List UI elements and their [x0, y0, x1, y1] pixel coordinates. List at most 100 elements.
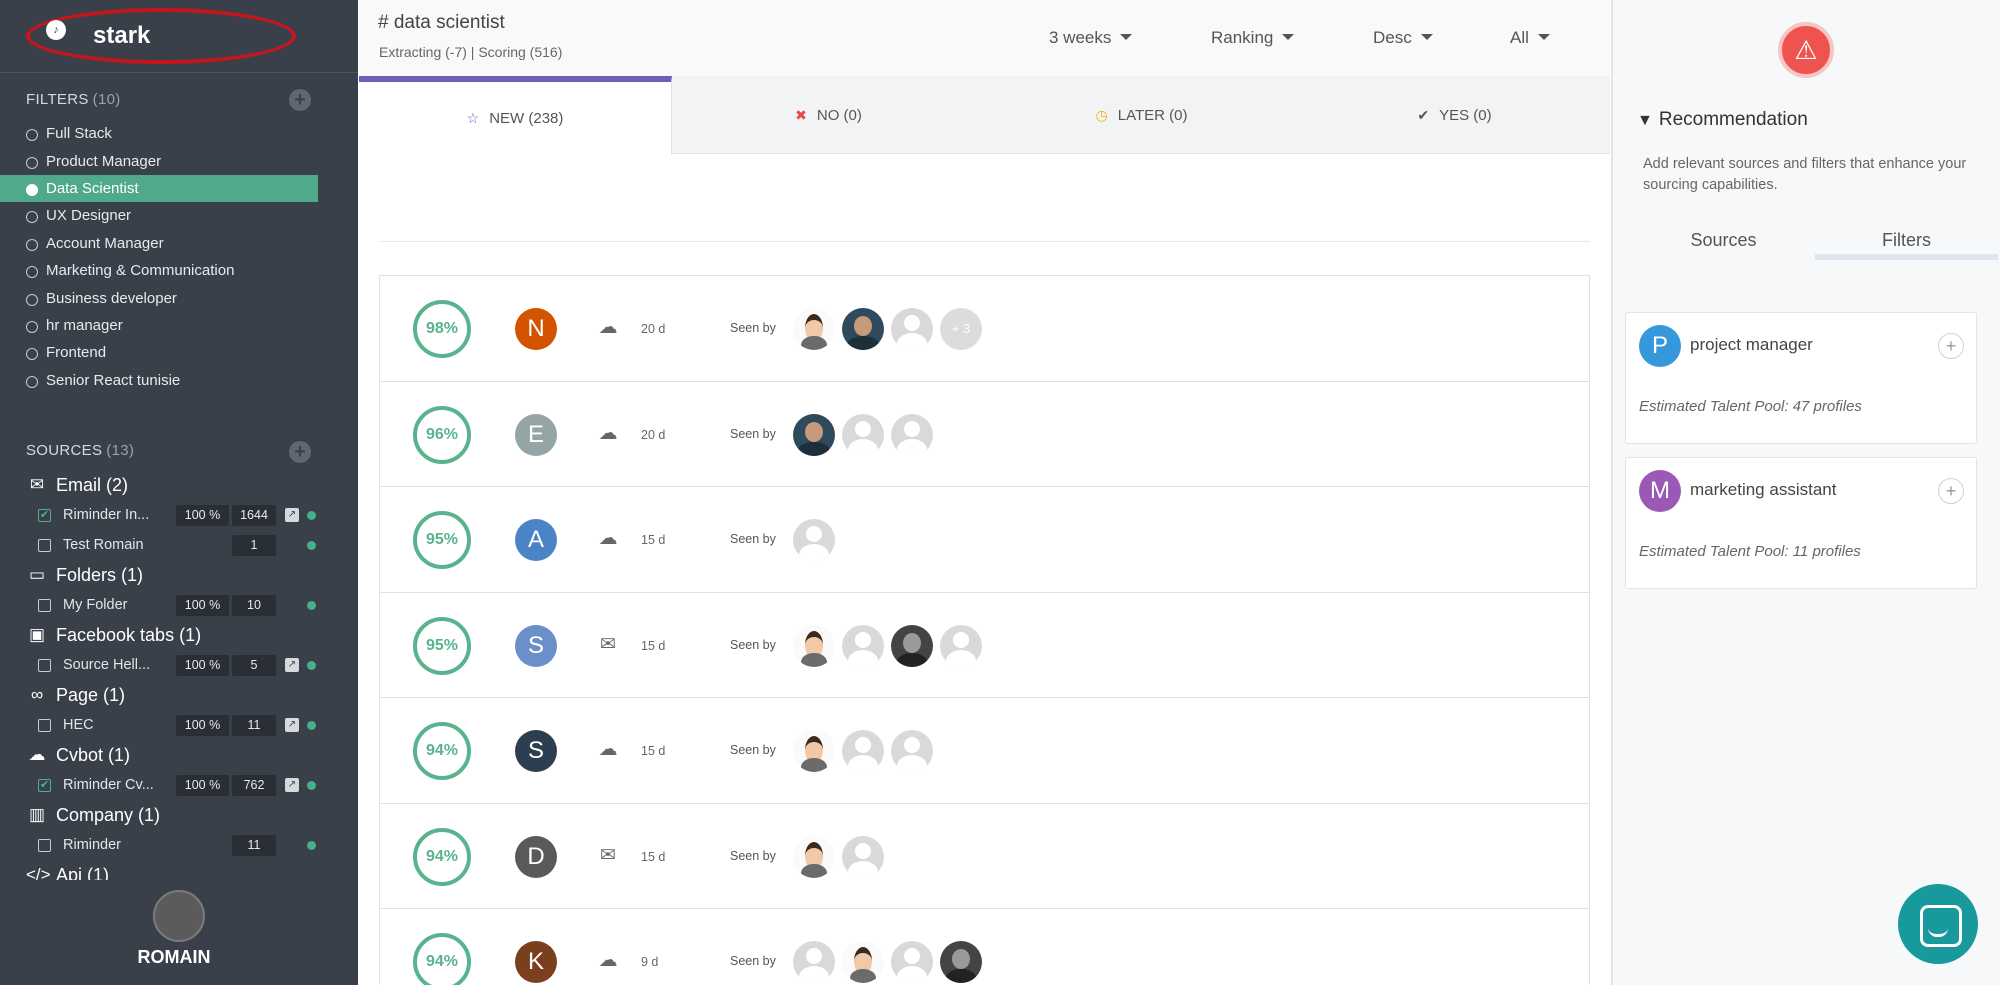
- source-group-title[interactable]: ▭ Folders (1): [0, 560, 358, 590]
- source-row[interactable]: My Folder 100 % 10: [0, 590, 358, 620]
- scope-dropdown[interactable]: All: [1510, 28, 1550, 48]
- viewer-avatar[interactable]: [940, 941, 982, 983]
- candidate-avatar[interactable]: N: [515, 308, 557, 350]
- brand-logo-icon[interactable]: ♪: [46, 20, 66, 40]
- source-group-title[interactable]: ▣ Facebook tabs (1): [0, 620, 358, 650]
- tab-filters[interactable]: Filters: [1815, 215, 1998, 260]
- source-checkbox[interactable]: [38, 658, 51, 672]
- add-suggestion-icon[interactable]: +: [1938, 333, 1964, 359]
- tab-later[interactable]: ◷ LATER (0): [985, 76, 1298, 154]
- chat-icon[interactable]: [1898, 884, 1978, 964]
- filter-item[interactable]: Business developer: [0, 284, 318, 311]
- source-group-title[interactable]: ▥ Company (1): [0, 800, 358, 830]
- source-row[interactable]: HEC 100 % 11 ↗: [0, 710, 358, 740]
- viewer-avatar[interactable]: [891, 413, 933, 456]
- tab-yes[interactable]: ✔ YES (0): [1298, 76, 1611, 154]
- filter-item[interactable]: hr manager: [0, 312, 318, 339]
- candidate-avatar[interactable]: S: [515, 730, 557, 772]
- viewer-avatar[interactable]: [891, 624, 933, 667]
- source-checkbox[interactable]: [38, 838, 51, 852]
- candidate-avatar[interactable]: A: [515, 519, 557, 561]
- source-row[interactable]: Source Hell... 100 % 5 ↗: [0, 650, 358, 680]
- more-viewers-badge[interactable]: + 3: [940, 308, 982, 350]
- external-link-icon[interactable]: ↗: [285, 778, 299, 792]
- viewer-avatar[interactable]: [793, 519, 835, 561]
- radio-icon[interactable]: [26, 156, 38, 169]
- viewer-avatar[interactable]: [842, 941, 884, 983]
- filter-item[interactable]: Account Manager: [0, 230, 318, 257]
- source-group-title[interactable]: ∞ Page (1): [0, 680, 358, 710]
- viewer-avatar[interactable]: [891, 308, 933, 350]
- filter-item[interactable]: Data Scientist: [0, 174, 318, 203]
- candidate-row[interactable]: 95% A ☁ 15 d Seen by: [380, 487, 1589, 593]
- viewer-avatar[interactable]: [842, 730, 884, 772]
- filter-item[interactable]: Product Manager: [0, 147, 318, 174]
- radio-icon[interactable]: [26, 238, 38, 251]
- viewer-avatar[interactable]: [793, 835, 835, 878]
- viewer-avatar[interactable]: [842, 308, 884, 350]
- period-dropdown[interactable]: 3 weeks: [1049, 28, 1133, 48]
- candidate-row[interactable]: 95% S ✉ 15 d Seen by: [380, 593, 1589, 698]
- source-row[interactable]: ✔ Riminder Cv... 100 % 762 ↗: [0, 770, 358, 800]
- viewer-avatar[interactable]: [793, 941, 835, 983]
- source-row[interactable]: Test Romain 1: [0, 530, 358, 560]
- viewer-avatar[interactable]: [793, 413, 835, 456]
- candidate-row[interactable]: 94% S ☁ 15 d Seen by: [380, 698, 1589, 804]
- brand-name[interactable]: stark: [93, 22, 150, 50]
- viewer-avatar[interactable]: [891, 730, 933, 772]
- candidate-row[interactable]: 94% K ☁ 9 d Seen by: [380, 909, 1589, 985]
- viewer-avatar[interactable]: [842, 835, 884, 878]
- radio-icon[interactable]: [26, 375, 38, 388]
- external-link-icon[interactable]: ↗: [285, 718, 299, 732]
- tab-sources[interactable]: Sources: [1632, 215, 1815, 260]
- source-row[interactable]: ✔ Riminder In... 100 % 1644 ↗: [0, 500, 358, 530]
- source-group-title[interactable]: </> Api (1): [0, 860, 358, 881]
- viewer-avatar[interactable]: [842, 413, 884, 456]
- tab-no[interactable]: ✖ NO (0): [672, 76, 985, 154]
- order-dropdown[interactable]: Desc: [1373, 28, 1433, 48]
- viewer-avatar[interactable]: [891, 941, 933, 983]
- add-filter-icon[interactable]: +: [289, 89, 311, 111]
- source-row[interactable]: Riminder 11: [0, 830, 358, 860]
- viewer-avatar[interactable]: [940, 624, 982, 667]
- source-checkbox[interactable]: ✔: [38, 508, 51, 522]
- tab-new[interactable]: ☆ NEW (238): [359, 76, 672, 155]
- source-checkbox[interactable]: ✔: [38, 778, 51, 792]
- external-link-icon[interactable]: ↗: [285, 508, 299, 522]
- filter-item[interactable]: Senior React tunisie: [0, 367, 318, 394]
- add-suggestion-icon[interactable]: +: [1938, 478, 1964, 504]
- source-checkbox[interactable]: [38, 538, 51, 552]
- source-checkbox[interactable]: [38, 718, 51, 732]
- viewer-avatar[interactable]: [793, 624, 835, 667]
- candidate-avatar[interactable]: D: [515, 835, 557, 878]
- radio-icon[interactable]: [26, 320, 38, 333]
- viewer-avatar[interactable]: [842, 624, 884, 667]
- source-group-title[interactable]: ☁ Cvbot (1): [0, 740, 358, 770]
- radio-icon[interactable]: [26, 348, 38, 361]
- candidate-avatar[interactable]: K: [515, 941, 557, 983]
- filter-item[interactable]: Marketing & Communication: [0, 257, 318, 284]
- candidate-row[interactable]: 96% E ☁ 20 d Seen by: [380, 382, 1589, 487]
- viewer-avatar[interactable]: [793, 308, 835, 350]
- add-source-icon[interactable]: +: [289, 441, 311, 463]
- radio-icon[interactable]: [26, 129, 38, 142]
- source-checkbox[interactable]: [38, 598, 51, 612]
- filter-item[interactable]: Frontend: [0, 339, 318, 366]
- filter-item[interactable]: UX Designer: [0, 202, 318, 229]
- user-avatar[interactable]: [153, 890, 205, 942]
- candidate-avatar[interactable]: E: [515, 413, 557, 456]
- source-group-title[interactable]: ✉ Email (2): [0, 470, 358, 500]
- viewer-avatar[interactable]: [793, 730, 835, 772]
- candidate-avatar[interactable]: S: [515, 624, 557, 667]
- sort-dropdown[interactable]: Ranking: [1211, 28, 1295, 48]
- radio-icon[interactable]: [26, 293, 38, 306]
- bell-icon[interactable]: ⚠: [1778, 22, 1834, 78]
- radio-icon[interactable]: [26, 211, 38, 224]
- filter-item[interactable]: Full Stack: [0, 120, 318, 147]
- candidate-row[interactable]: 98% N ☁ 20 d Seen by + 3: [380, 276, 1589, 382]
- candidate-row[interactable]: 94% D ✉ 15 d Seen by: [380, 804, 1589, 909]
- radio-icon[interactable]: [26, 266, 38, 279]
- radio-icon[interactable]: [26, 183, 38, 196]
- external-link-icon[interactable]: ↗: [285, 658, 299, 672]
- user-profile[interactable]: ROMAIN: [0, 885, 348, 985]
